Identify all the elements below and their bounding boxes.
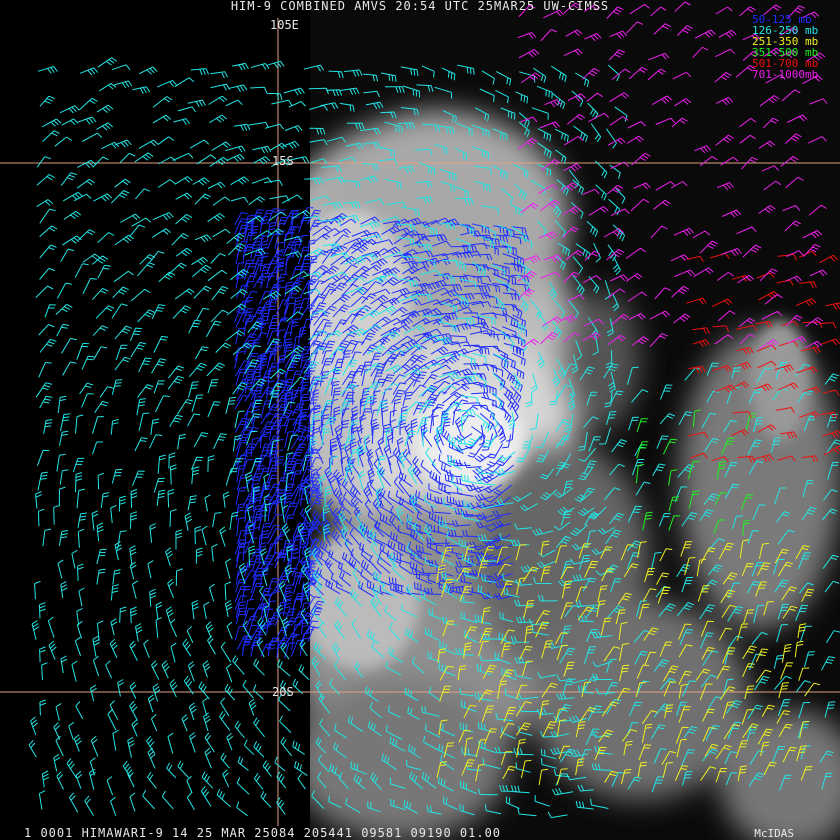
image-footer: 1 0001 HIMAWARI-9 14 25 MAR 25084 205441… (24, 826, 502, 840)
latitude-label-15s: 15S (272, 154, 294, 168)
legend-item-701-1000: 701-1000mb (752, 68, 819, 81)
longitude-label: 105E (270, 18, 299, 32)
pressure-legend: 50-125 mb 126-250 mb 251-350 mb 351-500 … (752, 14, 834, 80)
latitude-label-20s: 20S (272, 685, 294, 699)
wind-map (0, 0, 840, 840)
image-header: HIM-9 COMBINED AMVS 20:54 UTC 25MAR25 UW… (230, 0, 610, 13)
mcidas-brand: McIDAS (754, 827, 794, 840)
